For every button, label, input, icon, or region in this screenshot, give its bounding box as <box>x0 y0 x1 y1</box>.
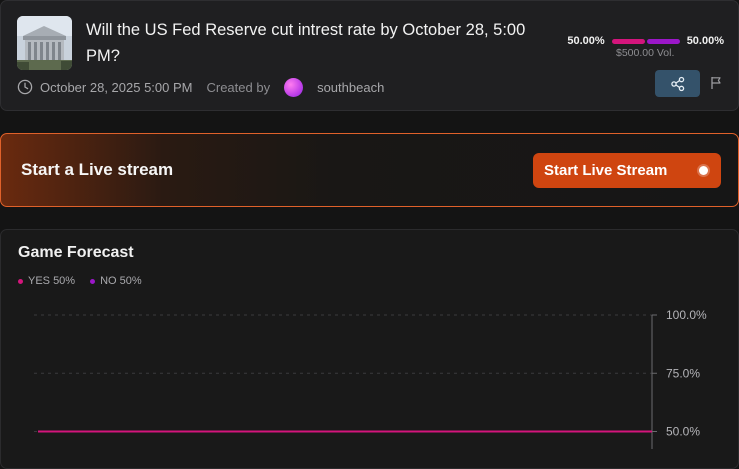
creator-avatar[interactable] <box>284 77 304 97</box>
y-axis-tick-label: 50.0% <box>666 425 700 439</box>
y-axis-tick-label: 75.0% <box>666 366 700 380</box>
yes-percentage: 50.00% <box>567 35 605 47</box>
clock-icon <box>17 79 33 95</box>
created-by-label: Created by <box>206 79 271 95</box>
no-percentage: 50.00% <box>686 35 724 47</box>
federal-reserve-building-image <box>17 16 72 70</box>
forecast-line-chart: 100.0% 75.0% 50.0% <box>34 308 707 449</box>
start-live-stream-button[interactable]: Start Live Stream <box>533 153 721 188</box>
market-title[interactable]: Will the US Fed Reserve cut intrest rate… <box>86 17 536 69</box>
creator-name[interactable]: southbeach <box>317 80 384 95</box>
share-button[interactable] <box>655 70 700 97</box>
market-header-card: Will the US Fed Reserve cut intrest rate… <box>0 0 739 111</box>
share-icon <box>670 76 684 91</box>
record-dot-icon <box>699 166 708 175</box>
yes-bar-segment <box>611 38 645 44</box>
live-stream-card: Start a Live stream Start Live Stream <box>0 133 739 207</box>
odds-bar <box>611 38 680 44</box>
live-stream-title: Start a Live stream <box>21 160 174 179</box>
market-date: October 28, 2025 5:00 PM <box>40 79 193 95</box>
odds-summary: 50.00% 50.00% <box>567 35 724 47</box>
start-live-stream-label: Start Live Stream <box>544 162 668 179</box>
flag-icon[interactable] <box>710 76 722 90</box>
y-axis-tick-label: 100.0% <box>666 308 707 322</box>
market-meta: October 28, 2025 5:00 PM Created by sout… <box>17 77 384 97</box>
market-volume: $500.00 Vol. <box>616 47 675 59</box>
no-bar-segment <box>646 38 680 44</box>
